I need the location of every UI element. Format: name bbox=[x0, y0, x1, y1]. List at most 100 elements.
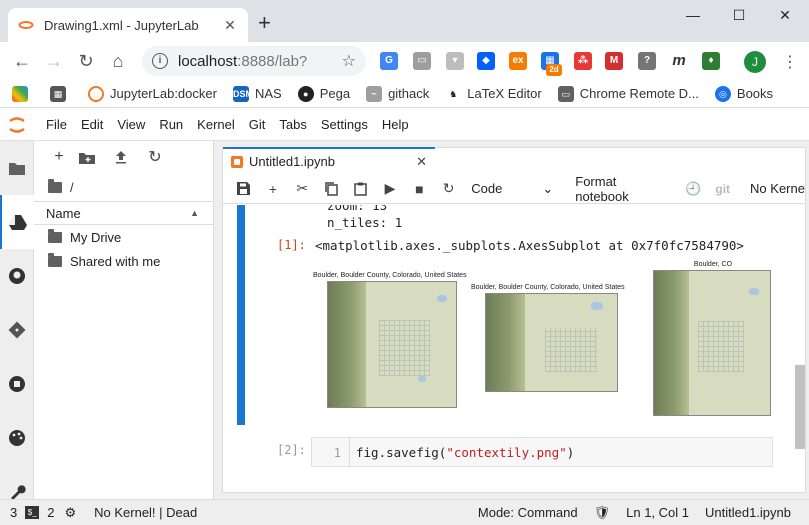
kernel-status[interactable]: No Kernel! | Dead bbox=[94, 505, 197, 520]
left-sidebar bbox=[0, 141, 34, 500]
file-list-header[interactable]: Name ▲ bbox=[34, 201, 213, 225]
books-icon: ◎ bbox=[714, 85, 731, 102]
status-count-1: 3 bbox=[10, 505, 18, 520]
forward-icon[interactable]: → bbox=[38, 45, 70, 77]
code-cell-editor[interactable]: 1 fig.savefig("contextily.png") bbox=[311, 437, 773, 467]
omnibox[interactable]: i localhost:8888/lab? ☆ bbox=[142, 46, 366, 76]
minimize-window-icon[interactable]: — bbox=[670, 0, 716, 30]
sidebar-file-browser[interactable] bbox=[0, 141, 34, 195]
restart-icon[interactable]: ↻ bbox=[434, 177, 463, 201]
sidebar-github[interactable] bbox=[0, 249, 34, 303]
refresh-icon[interactable]: ↻ bbox=[138, 145, 172, 169]
format-notebook-button[interactable]: Format notebook bbox=[575, 174, 671, 204]
bookmark-pega[interactable]: ● Pega bbox=[297, 85, 350, 102]
kernel-name[interactable]: No Kerne bbox=[750, 181, 805, 196]
ex-extension-icon[interactable]: ex bbox=[509, 52, 527, 70]
output-prompt: [1]: bbox=[277, 238, 306, 252]
main-area: Untitled1.ipynb ✕ + ✂ ▶ ■ ↻ Code ⌄ Forma… bbox=[214, 141, 809, 499]
interrupt-icon[interactable]: ■ bbox=[405, 177, 434, 201]
bookmark-star-icon[interactable]: ☆ bbox=[342, 51, 356, 71]
new-tab-button[interactable]: + bbox=[258, 12, 271, 34]
menu-file[interactable]: File bbox=[40, 117, 73, 132]
sidebar-themes[interactable] bbox=[0, 411, 34, 465]
copy-icon[interactable] bbox=[317, 177, 346, 201]
breadcrumb[interactable]: / bbox=[34, 173, 213, 201]
insert-cell-icon[interactable]: + bbox=[258, 177, 287, 201]
m-italic-extension-icon[interactable]: m bbox=[670, 52, 688, 70]
input-prompt: [2]: bbox=[277, 443, 306, 457]
maximize-window-icon[interactable]: ☐ bbox=[716, 0, 762, 30]
latex-icon: ♞ bbox=[449, 88, 458, 99]
cell-collapser[interactable] bbox=[237, 205, 245, 425]
palette-icon bbox=[9, 430, 25, 446]
githack-icon: ~ bbox=[366, 85, 383, 102]
menu-tabs[interactable]: Tabs bbox=[273, 117, 312, 132]
sidebar-running[interactable] bbox=[0, 357, 34, 411]
bookmark-nas[interactable]: DSM NAS bbox=[232, 85, 282, 102]
dropbox-extension-icon[interactable]: ◆ bbox=[477, 52, 495, 70]
file-item-label: Shared with me bbox=[70, 253, 161, 269]
tag-extension-icon[interactable]: ▾ bbox=[446, 52, 464, 70]
status-bar: 3 $_ 2 ⚙ No Kernel! | Dead Mode: Command… bbox=[0, 499, 809, 525]
map-figure-2: Boulder, Boulder County, Colorado, Unite… bbox=[471, 284, 625, 392]
jupyterlab-menubar: File Edit View Run Kernel Git Tabs Setti… bbox=[0, 109, 809, 141]
notebook-scrollbar[interactable] bbox=[795, 365, 805, 449]
close-window-icon[interactable]: ✕ bbox=[762, 0, 808, 30]
shield-extension-icon[interactable]: ? bbox=[638, 52, 656, 70]
bookmarks-bar: ▦QR JupyterLab:docker DSMNAS ●Pega ~gith… bbox=[0, 80, 809, 108]
run-icon[interactable]: ▶ bbox=[375, 177, 404, 201]
notebook-cells: zoom: 13 n_tiles: 1 [1]: <matplotlib.axe… bbox=[223, 205, 805, 493]
profile-avatar[interactable]: J bbox=[744, 51, 766, 73]
home-icon[interactable]: ⌂ bbox=[102, 45, 134, 77]
bookmark-apps[interactable] bbox=[12, 85, 34, 102]
current-file: Untitled1.ipynb bbox=[705, 505, 791, 520]
chrome-menu-icon[interactable]: ⋮ bbox=[782, 52, 798, 72]
new-launcher-icon[interactable]: + bbox=[48, 145, 70, 169]
terminal-status[interactable]: $_ 2 bbox=[25, 505, 54, 520]
screenshot-extension-icon[interactable]: ▭ bbox=[413, 52, 431, 70]
menu-help[interactable]: Help bbox=[376, 117, 415, 132]
back-icon[interactable]: ← bbox=[6, 45, 38, 77]
github-icon: ● bbox=[297, 85, 314, 102]
reload-icon[interactable]: ↻ bbox=[70, 45, 102, 77]
google-translate-extension-icon[interactable]: G bbox=[380, 52, 398, 70]
bookmark-books[interactable]: ◎ Books bbox=[714, 85, 773, 102]
cursor-position[interactable]: Ln 1, Col 1 bbox=[626, 505, 689, 520]
code-text: fig.savefig("contextily.png") bbox=[356, 444, 575, 460]
upload-icon[interactable] bbox=[104, 145, 138, 169]
asana-extension-icon[interactable]: ⁂ bbox=[574, 52, 592, 70]
menu-kernel[interactable]: Kernel bbox=[191, 117, 241, 132]
file-item-my-drive[interactable]: My Drive bbox=[34, 225, 213, 249]
close-tab-icon[interactable]: ✕ bbox=[222, 17, 238, 34]
bookmark-jupyterlab-docker[interactable]: JupyterLab:docker bbox=[88, 85, 217, 102]
green-extension-icon[interactable]: ♦ bbox=[702, 52, 720, 70]
bookmark-latex-editor[interactable]: ♞ LaTeX Editor bbox=[445, 86, 541, 102]
m-extension-icon[interactable]: M bbox=[605, 52, 623, 70]
save-icon[interactable] bbox=[229, 177, 258, 201]
sidebar-git[interactable] bbox=[0, 303, 34, 357]
paste-icon[interactable] bbox=[346, 177, 375, 201]
menu-git[interactable]: Git bbox=[243, 117, 272, 132]
notebook-tab-title: Untitled1.ipynb bbox=[249, 154, 335, 169]
map-title-2: Boulder, Boulder County, Colorado, Unite… bbox=[471, 284, 625, 291]
clock-icon[interactable]: 🕘 bbox=[685, 181, 701, 197]
menu-run[interactable]: Run bbox=[153, 117, 189, 132]
sidebar-google-drive[interactable] bbox=[0, 195, 34, 249]
new-folder-icon[interactable] bbox=[70, 145, 104, 169]
bookmark-qr[interactable]: ▦QR bbox=[50, 85, 72, 102]
site-info-icon[interactable]: i bbox=[152, 53, 168, 69]
browser-tabstrip: Drawing1.xml - JupyterLab ✕ + — ☐ ✕ bbox=[0, 0, 809, 42]
map-figure-1: Boulder, Boulder County, Colorado, Unite… bbox=[313, 272, 467, 408]
menu-edit[interactable]: Edit bbox=[75, 117, 109, 132]
notebook-tab[interactable]: Untitled1.ipynb ✕ bbox=[223, 147, 435, 174]
file-item-shared-with-me[interactable]: Shared with me bbox=[34, 249, 213, 273]
notebook-icon bbox=[231, 155, 243, 168]
menu-view[interactable]: View bbox=[111, 117, 151, 132]
cell-type-dropdown[interactable]: Code ⌄ bbox=[471, 181, 553, 197]
bookmark-chrome-remote[interactable]: ▭ Chrome Remote D... bbox=[557, 85, 699, 102]
close-notebook-tab-icon[interactable]: ✕ bbox=[416, 154, 427, 170]
bookmark-githack[interactable]: ~ githack bbox=[366, 85, 429, 102]
menu-settings[interactable]: Settings bbox=[315, 117, 374, 132]
cut-icon[interactable]: ✂ bbox=[288, 177, 317, 201]
browser-tab[interactable]: Drawing1.xml - JupyterLab ✕ bbox=[8, 8, 248, 42]
